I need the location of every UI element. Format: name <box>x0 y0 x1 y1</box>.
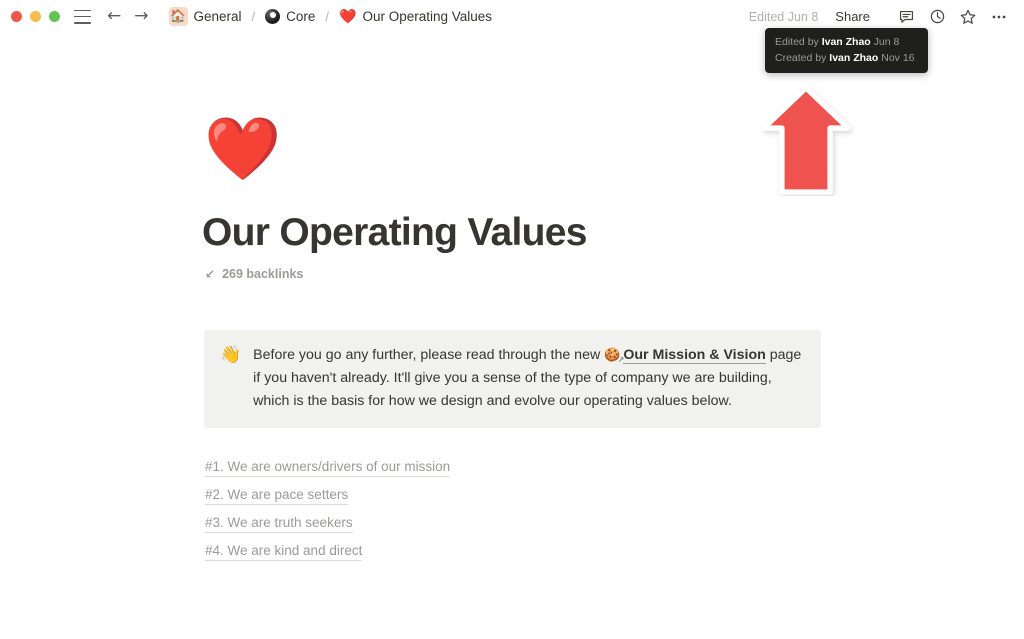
value-link-1[interactable]: #1. We are owners/drivers of our mission <box>205 458 451 477</box>
operating-values-list: #1. We are owners/drivers of our mission… <box>205 458 451 570</box>
value-link-4[interactable]: #4. We are kind and direct <box>205 542 363 561</box>
minimize-window-button[interactable] <box>30 11 41 22</box>
breadcrumb: 🏠 General / Core / ❤️ Our Operating Valu… <box>167 6 495 27</box>
forward-arrow-icon[interactable]: → <box>134 8 148 25</box>
tooltip-edited-date: Jun 8 <box>873 36 900 48</box>
backlinks-label: 269 backlinks <box>222 267 304 281</box>
backlinks-arrow-icon: ↙ <box>205 267 216 281</box>
tooltip-edited-row: Edited by Ivan Zhao Jun 8 <box>775 34 918 50</box>
callout-text: Before you go any further, please read t… <box>253 344 805 413</box>
breadcrumb-label-core: Core <box>286 9 316 24</box>
breadcrumb-item-general[interactable]: 🏠 General <box>167 6 244 27</box>
callout-block: 👋 Before you go any further, please read… <box>204 330 821 428</box>
backlinks-button[interactable]: ↙ 269 backlinks <box>205 267 303 281</box>
back-arrow-icon[interactable]: ← <box>107 8 121 25</box>
history-clock-icon[interactable] <box>924 5 950 29</box>
value-link-2[interactable]: #2. We are pace setters <box>205 486 349 505</box>
comment-icon[interactable] <box>893 5 919 29</box>
breadcrumb-label-our-operating-values: Our Operating Values <box>362 9 493 24</box>
breadcrumb-label-general: General <box>193 9 242 24</box>
window-traffic-lights <box>0 11 60 22</box>
tooltip-created-prefix: Created by <box>775 52 827 64</box>
waving-hand-emoji[interactable]: 👋 <box>220 344 241 413</box>
breadcrumb-item-core[interactable]: Core <box>263 8 317 25</box>
top-bar-actions: Edited Jun 8 Share <box>749 5 1024 29</box>
breadcrumb-separator: / <box>325 9 330 24</box>
tooltip-created-date: Nov 16 <box>881 52 915 64</box>
page-content: ❤️ Our Operating Values ↙ 269 backlinks … <box>0 33 1024 639</box>
edited-jun-8-label[interactable]: Edited Jun 8 <box>749 10 819 24</box>
close-window-button[interactable] <box>11 11 22 22</box>
maximize-window-button[interactable] <box>49 11 60 22</box>
eight-ball-emoji <box>265 9 281 24</box>
breadcrumb-separator: / <box>251 9 256 24</box>
tooltip-edited-prefix: Edited by <box>775 36 819 48</box>
callout-text-before-link: Before you go any further, please read t… <box>253 347 601 363</box>
page-icon-red-heart-emoji[interactable]: ❤️ <box>204 118 281 180</box>
tooltip-created-author: Ivan Zhao <box>829 52 879 64</box>
hamburger-menu-icon[interactable] <box>74 9 91 24</box>
share-button[interactable]: Share <box>835 9 870 24</box>
star-favorite-icon[interactable] <box>955 5 981 29</box>
page-title[interactable]: Our Operating Values <box>202 211 587 255</box>
tooltip-edited-author: Ivan Zhao <box>821 36 871 48</box>
page-link-arrow-icon: ↗ <box>617 355 625 364</box>
mission-vision-page-emoji: 🍪 ↗ <box>604 349 624 364</box>
tooltip-created-row: Created by Ivan Zhao Nov 16 <box>775 50 918 66</box>
more-options-icon[interactable] <box>986 5 1012 29</box>
our-mission-and-vision-link[interactable]: Our Mission & Vision <box>623 347 766 364</box>
red-heart-emoji: ❤️ <box>339 8 357 25</box>
notion-app-window: ← → 🏠 General / Core / ❤️ Our Operating … <box>0 0 1024 639</box>
house-emoji: 🏠 <box>168 7 188 26</box>
edited-created-tooltip: Edited by Ivan Zhao Jun 8 Created by Iva… <box>765 28 928 73</box>
breadcrumb-item-our-operating-values[interactable]: ❤️ Our Operating Values <box>337 8 494 25</box>
value-link-3[interactable]: #3. We are truth seekers <box>205 514 353 533</box>
navigation-arrows: ← → <box>107 8 149 25</box>
